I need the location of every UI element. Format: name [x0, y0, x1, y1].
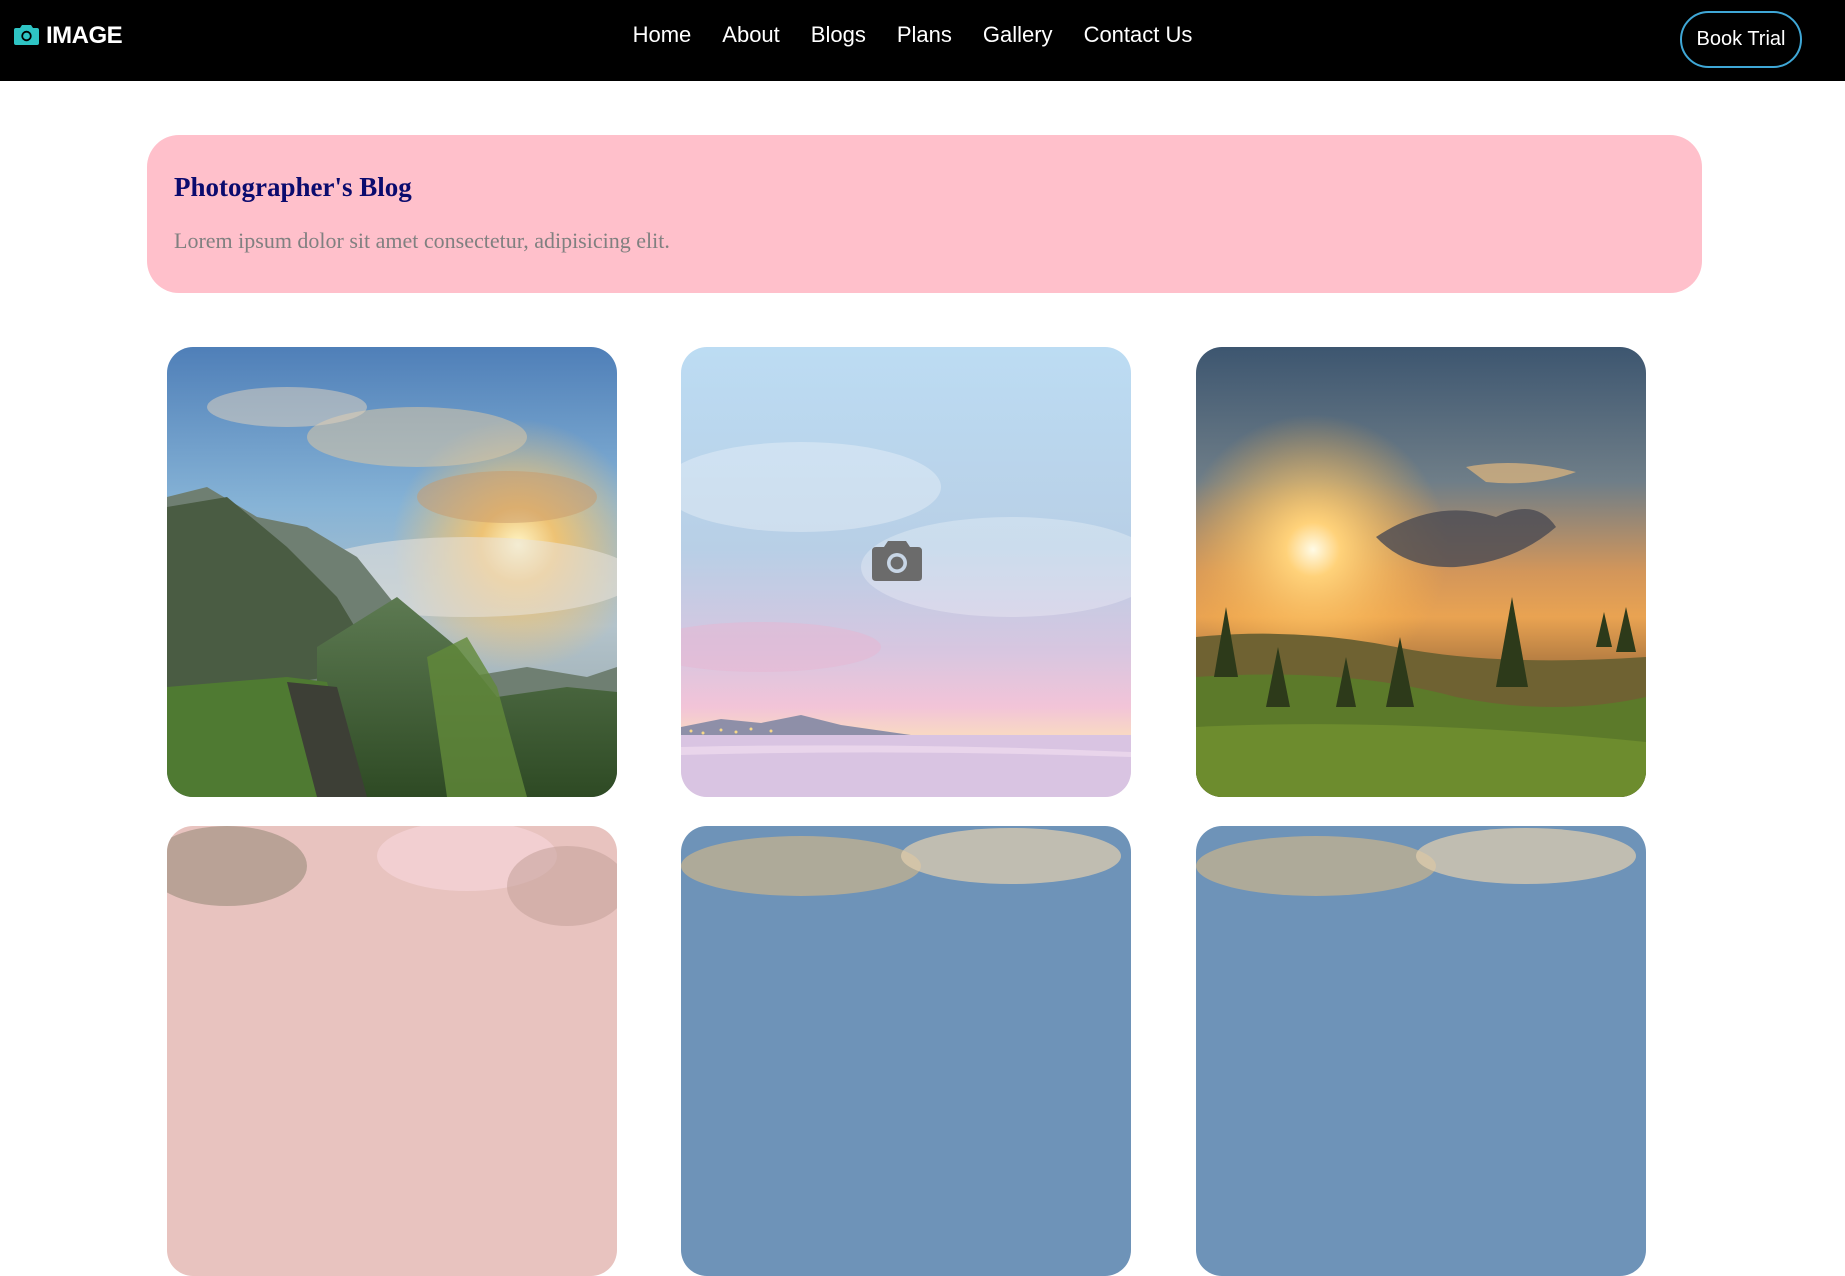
gallery-photo-pink-blossoms[interactable] — [167, 826, 617, 1276]
nav-link-contact[interactable]: Contact Us — [1084, 22, 1193, 48]
camera-icon — [872, 537, 922, 581]
page-title: Photographer's Blog — [174, 172, 412, 202]
nav-link-gallery[interactable]: Gallery — [983, 22, 1053, 48]
book-trial-button[interactable]: Book Trial — [1680, 11, 1802, 68]
page-subtitle: Lorem ipsum dolor sit amet consectetur, … — [174, 228, 670, 254]
nav-link-home[interactable]: Home — [633, 22, 692, 48]
main-nav: Home About Blogs Plans Gallery Contact U… — [0, 0, 1845, 70]
nav-link-blogs[interactable]: Blogs — [811, 22, 866, 48]
gallery-photo-mountain-cliff[interactable] — [167, 347, 617, 797]
gallery-photo-golden-sunset[interactable] — [1196, 347, 1646, 797]
gallery-photo-cloudy-sky[interactable] — [681, 826, 1131, 1276]
nav-link-plans[interactable]: Plans — [897, 22, 952, 48]
top-navbar: IMAGE Home About Blogs Plans Gallery Con… — [0, 0, 1845, 81]
gallery-photo-pink-sky-sea[interactable] — [681, 347, 1131, 797]
gallery-photo-cloudy-sky[interactable] — [1196, 826, 1646, 1276]
nav-link-about[interactable]: About — [722, 22, 780, 48]
blog-hero-banner: Photographer's Blog Lorem ipsum dolor si… — [147, 135, 1702, 293]
